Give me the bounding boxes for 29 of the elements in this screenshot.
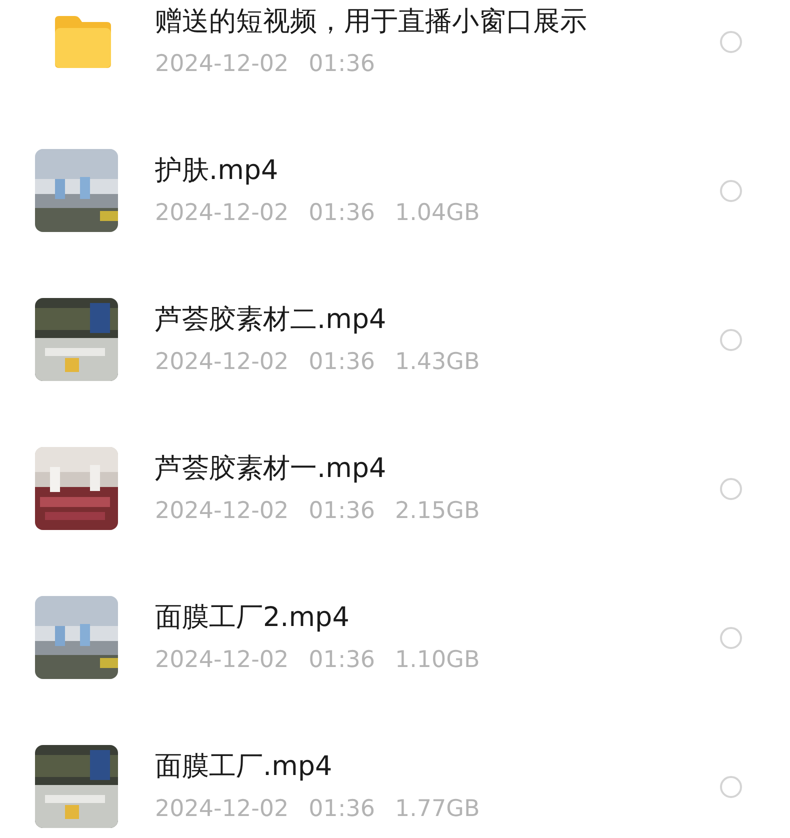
file-size: 1.43GB <box>394 348 480 376</box>
file-time: 01:36 <box>308 646 375 674</box>
select-radio[interactable] <box>720 478 742 500</box>
file-date: 2024-12-02 <box>155 496 289 526</box>
file-name: 赠送的短视频，用于直播小窗口展示 <box>155 4 588 38</box>
select-radio[interactable] <box>720 180 742 202</box>
file-time: 01:36 <box>308 496 375 526</box>
select-radio[interactable] <box>720 626 742 648</box>
file-time: 01:36 <box>308 198 375 228</box>
select-radio[interactable] <box>720 776 742 798</box>
file-name: 护肤.mp4 <box>155 154 280 188</box>
file-date: 2024-12-02 <box>155 794 289 824</box>
file-date: 2024-12-02 <box>155 50 289 78</box>
file-name: 芦荟胶素材二.mp4 <box>155 302 388 336</box>
file-name: 面膜工厂.mp4 <box>155 750 334 784</box>
file-time: 01:36 <box>308 348 375 376</box>
file-date: 2024-12-02 <box>155 198 289 228</box>
file-size: 1.10GB <box>394 646 480 674</box>
file-size: 2.15GB <box>394 496 480 526</box>
file-size: 1.04GB <box>394 198 480 228</box>
file-name: 面膜工厂2.mp4 <box>155 600 350 634</box>
file-date: 2024-12-02 <box>155 348 289 376</box>
file-size: 1.77GB <box>394 794 480 824</box>
select-radio[interactable] <box>720 328 742 350</box>
file-date: 2024-12-02 <box>155 646 289 674</box>
file-time: 01:36 <box>308 50 375 78</box>
file-name: 芦荟胶素材一.mp4 <box>155 452 388 486</box>
select-radio[interactable] <box>720 30 742 52</box>
file-time: 01:36 <box>308 794 375 824</box>
